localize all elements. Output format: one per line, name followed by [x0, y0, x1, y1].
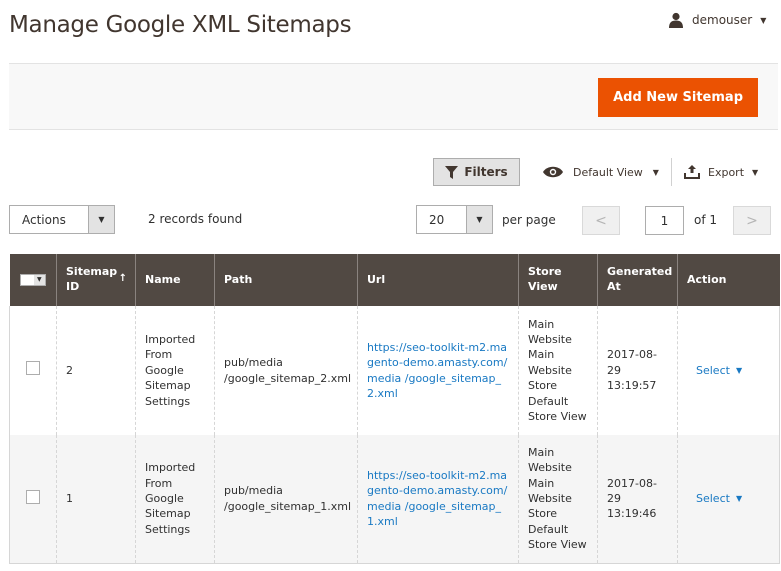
username: demouser: [692, 13, 753, 27]
row-checkbox[interactable]: [26, 489, 40, 504]
chevron-down-icon[interactable]: ▼: [33, 274, 45, 285]
grid-header-row: ▼ Sitemap ID ↑ Name Path Url Store View …: [9, 254, 780, 306]
eye-icon: [543, 166, 563, 178]
current-page-input[interactable]: [645, 206, 684, 235]
chevron-left-icon: <: [595, 212, 607, 229]
mass-select-checkbox[interactable]: ▼: [19, 273, 46, 286]
chevron-down-icon: ▼: [466, 206, 492, 233]
records-found: 2 records found: [148, 212, 243, 226]
sort-ascending-icon: ↑: [118, 273, 127, 284]
chevron-right-icon: >: [746, 212, 758, 229]
action-cell: Select ▼: [677, 306, 780, 435]
sitemap-url-link[interactable]: https://seo-toolkit-m2.magento-demo.amas…: [367, 469, 507, 528]
chevron-down-icon: ▼: [760, 15, 767, 25]
add-new-sitemap-button[interactable]: Add New Sitemap: [598, 78, 758, 117]
user-account-menu[interactable]: demouser ▼: [668, 12, 766, 28]
action-cell: Select ▼: [677, 435, 780, 564]
per-page-label: per page: [502, 213, 556, 227]
select-cell: [9, 306, 57, 435]
view-label: Default View: [573, 165, 643, 179]
chevron-down-icon: ▼: [735, 365, 743, 375]
page-title: Manage Google XML Sitemaps: [9, 12, 352, 38]
next-page-button[interactable]: >: [733, 206, 771, 235]
filters-label: Filters: [464, 165, 508, 179]
toolbar-divider: [671, 158, 672, 186]
per-page-value: 20: [429, 212, 445, 227]
column-header-generated-at[interactable]: Generated At: [597, 254, 678, 306]
select-label: Select: [696, 363, 730, 377]
table-row: 1 Imported From Google Sitemap Settings …: [9, 435, 780, 564]
generated-at-cell: 2017-08-29 13:19:57: [597, 306, 678, 435]
generated-at-cell: 2017-08-29 13:19:46: [597, 435, 678, 564]
path-cell: pub/media /google_sitemap_1.xml: [214, 435, 358, 564]
store-view-cell: Main Website Main Website Store Default …: [518, 435, 598, 564]
url-cell: https://seo-toolkit-m2.magento-demo.amas…: [357, 435, 519, 564]
chevron-down-icon: ▼: [652, 167, 659, 177]
checkbox[interactable]: [20, 274, 34, 285]
column-header-store-view[interactable]: Store View: [518, 254, 598, 306]
export-button[interactable]: Export ▼: [684, 158, 758, 186]
chevron-down-icon: ▼: [88, 206, 114, 233]
sitemap-url-link[interactable]: https://seo-toolkit-m2.magento-demo.amas…: [367, 341, 507, 400]
column-header-select: ▼: [9, 254, 57, 306]
sitemap-id-cell: 2: [56, 306, 136, 435]
select-label: Select: [696, 492, 730, 506]
row-checkbox[interactable]: [26, 361, 40, 376]
grid-toolbar: Filters Default View ▼ Export ▼: [0, 158, 781, 186]
mass-actions-label: Actions: [22, 212, 66, 227]
path-cell: pub/media /google_sitemap_2.xml: [214, 306, 358, 435]
page-actions-bar: Add New Sitemap: [9, 63, 778, 130]
total-pages: of 1: [694, 213, 718, 227]
filter-icon: [445, 165, 459, 179]
export-label: Export: [708, 165, 745, 179]
column-header-url[interactable]: Url: [357, 254, 519, 306]
chevron-down-icon: ▼: [752, 167, 759, 177]
chevron-down-icon: ▼: [735, 494, 743, 504]
sitemaps-grid: ▼ Sitemap ID ↑ Name Path Url Store View …: [9, 254, 780, 564]
column-header-sitemap-id[interactable]: Sitemap ID ↑: [56, 254, 136, 306]
url-cell: https://seo-toolkit-m2.magento-demo.amas…: [357, 306, 519, 435]
table-row: 2 Imported From Google Sitemap Settings …: [9, 306, 780, 435]
name-cell: Imported From Google Sitemap Settings: [135, 306, 215, 435]
user-icon: [669, 12, 683, 28]
previous-page-button[interactable]: <: [582, 206, 620, 235]
view-switcher[interactable]: Default View ▼: [543, 158, 659, 186]
row-action-select[interactable]: Select ▼: [696, 491, 742, 506]
filters-button[interactable]: Filters: [433, 158, 520, 186]
row-action-select[interactable]: Select ▼: [696, 363, 742, 378]
column-header-path[interactable]: Path: [214, 254, 358, 306]
name-cell: Imported From Google Sitemap Settings: [135, 435, 215, 564]
column-header-action: Action: [677, 254, 780, 306]
export-icon: [684, 165, 700, 179]
mass-actions-dropdown[interactable]: Actions ▼: [9, 205, 115, 234]
per-page-dropdown[interactable]: 20 ▼: [416, 205, 493, 234]
column-header-name[interactable]: Name: [135, 254, 215, 306]
select-cell: [9, 435, 57, 564]
column-label: Sitemap ID: [66, 265, 118, 293]
sitemap-id-cell: 1: [56, 435, 136, 564]
store-view-cell: Main Website Main Website Store Default …: [518, 306, 598, 435]
